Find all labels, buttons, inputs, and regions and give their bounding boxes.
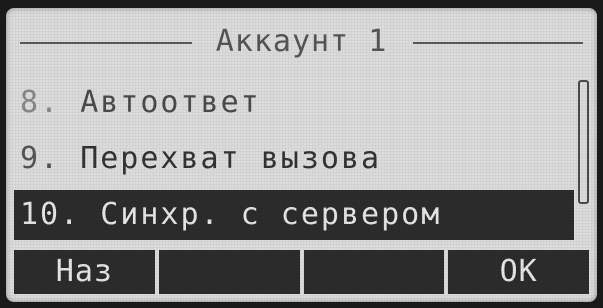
back-softkey[interactable]: Наз: [14, 250, 155, 294]
menu-item-label: Перехват вызова: [80, 141, 382, 176]
menu-item-server-sync[interactable]: 10. Синхр. с сервером: [14, 190, 574, 240]
menu-item-call-pickup[interactable]: 9. Перехват вызова: [14, 134, 574, 184]
ok-softkey[interactable]: OK: [448, 250, 589, 294]
menu-item-auto-answer[interactable]: 8. Автоответ: [14, 78, 574, 128]
menu-item-number: 10.: [20, 197, 81, 232]
title-bar: Аккаунт 1: [14, 22, 589, 62]
title-divider-right: [413, 42, 583, 44]
softkey-3[interactable]: [303, 250, 445, 294]
softkey-2[interactable]: [158, 250, 300, 294]
menu-item-number: 9.: [20, 141, 61, 176]
menu-item-label: Автоответ: [80, 85, 261, 120]
softkey-bar: Наз OK: [14, 250, 589, 294]
menu-item-label: Синхр. с сервером: [100, 197, 442, 232]
scrollbar[interactable]: [578, 80, 589, 204]
menu-item-number: 8.: [20, 85, 61, 120]
lcd-screen: Аккаунт 1 8. Автоответ 9. Перехват вызов…: [6, 8, 597, 302]
phone-bezel: Аккаунт 1 8. Автоответ 9. Перехват вызов…: [0, 0, 603, 308]
